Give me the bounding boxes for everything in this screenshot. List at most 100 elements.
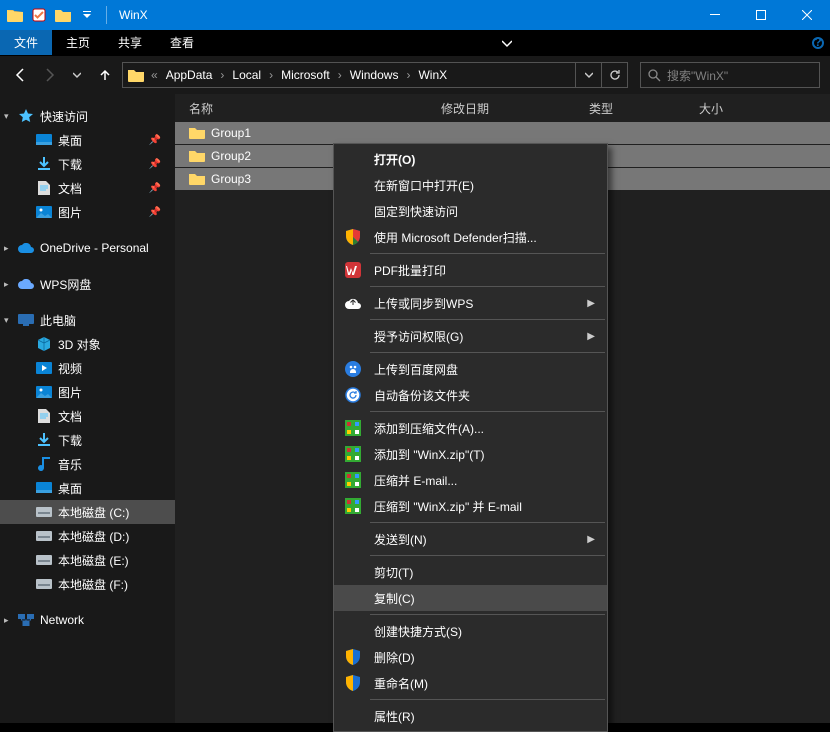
sidebar-onedrive[interactable]: ▸OneDrive - Personal (0, 236, 175, 260)
minimize-button[interactable] (692, 0, 738, 30)
sidebar-item-pictures-pc[interactable]: 图片 (0, 380, 175, 404)
menu-add-archive[interactable]: 添加到压缩文件(A)... (334, 415, 607, 441)
menu-copy[interactable]: 复制(C) (334, 585, 607, 611)
sidebar-item-disk-f[interactable]: 本地磁盘 (F:) (0, 572, 175, 596)
crumb-appdata[interactable]: AppData (160, 63, 219, 87)
sidebar-item-pictures[interactable]: 图片 📌 (0, 200, 175, 224)
crumb-local[interactable]: Local (226, 63, 267, 87)
sidebar-item-documents-pc[interactable]: 文档 (0, 404, 175, 428)
folder-icon (189, 125, 205, 141)
sidebar-wps[interactable]: ▸WPS网盘 (0, 272, 175, 296)
address-dropdown-icon[interactable] (575, 63, 601, 87)
sidebar-quick-access[interactable]: ▾ 快速访问 (0, 104, 175, 128)
menu-pin-quick-access[interactable]: 固定到快速访问 (334, 198, 607, 224)
tab-share[interactable]: 共享 (104, 30, 156, 55)
sidebar-item-downloads[interactable]: 下载📌 (0, 152, 175, 176)
caret-icon[interactable]: ▸ (4, 615, 9, 626)
menu-delete[interactable]: 删除(D) (334, 644, 607, 670)
pin-icon: 📌 (149, 207, 161, 218)
qat-checkbox-icon[interactable] (28, 4, 50, 26)
menu-pdf-print[interactable]: PDF批量打印 (334, 257, 607, 283)
col-name[interactable]: 名称 (189, 94, 441, 122)
sidebar-item-downloads-pc[interactable]: 下载 (0, 428, 175, 452)
window-controls (692, 0, 830, 30)
sidebar-item-disk-e[interactable]: 本地磁盘 (E:) (0, 548, 175, 572)
caret-icon[interactable]: ▾ (4, 111, 9, 122)
col-type[interactable]: 类型 (589, 94, 699, 122)
col-size[interactable]: 大小 (699, 94, 779, 122)
menu-item-label: 添加到 "WinX.zip"(T) (374, 446, 485, 463)
qat-folder-icon[interactable] (52, 4, 74, 26)
nav-up-button[interactable] (94, 64, 116, 86)
tab-home[interactable]: 主页 (52, 30, 104, 55)
menu-create-shortcut[interactable]: 创建快捷方式(S) (334, 618, 607, 644)
ribbon-help-icon[interactable]: ? (806, 30, 830, 55)
menu-wps-upload[interactable]: 上传或同步到WPS▶ (334, 290, 607, 316)
nav-forward-button[interactable] (38, 64, 60, 86)
caret-icon[interactable]: ▸ (4, 243, 9, 254)
sidebar-item-videos[interactable]: 视频 (0, 356, 175, 380)
menu-zip-email[interactable]: 压缩并 E-mail... (334, 467, 607, 493)
caret-icon[interactable]: ▾ (4, 315, 9, 326)
menu-properties[interactable]: 属性(R) (334, 703, 607, 729)
sidebar-item-disk-c[interactable]: 本地磁盘 (C:) (0, 500, 175, 524)
menu-separator (370, 286, 605, 287)
menu-item-label: 剪切(T) (374, 564, 413, 581)
sidebar-item-label: 文档 (58, 180, 82, 197)
ribbon-tabs: 文件 主页 共享 查看 ? (0, 30, 830, 56)
menu-separator (370, 522, 605, 523)
nav-back-button[interactable] (10, 64, 32, 86)
crumb-prefix[interactable]: « (149, 68, 160, 82)
ribbon-collapse-icon[interactable] (490, 30, 524, 55)
menu-item-label: 上传到百度网盘 (374, 361, 458, 378)
sidebar-item-documents[interactable]: 文档📌 (0, 176, 175, 200)
col-date[interactable]: 修改日期 (441, 94, 589, 122)
sidebar-item-disk-d[interactable]: 本地磁盘 (D:) (0, 524, 175, 548)
submenu-arrow-icon: ▶ (587, 534, 595, 545)
menu-grant-access[interactable]: 授予访问权限(G)▶ (334, 323, 607, 349)
menu-rename[interactable]: 重命名(M) (334, 670, 607, 696)
search-input[interactable]: 搜索"WinX" (640, 62, 820, 88)
menu-item-label: 删除(D) (374, 649, 415, 666)
qat-dropdown-icon[interactable] (76, 4, 98, 26)
sidebar-item-3dobjects[interactable]: 3D 对象 (0, 332, 175, 356)
menu-send-to[interactable]: 发送到(N)▶ (334, 526, 607, 552)
chevron-right-icon[interactable]: › (404, 68, 412, 82)
sidebar-item-desktop[interactable]: 桌面📌 (0, 128, 175, 152)
tab-view[interactable]: 查看 (156, 30, 208, 55)
menu-open-new-window[interactable]: 在新窗口中打开(E) (334, 172, 607, 198)
list-item[interactable]: Group1 (175, 122, 830, 144)
sidebar-item-label: 图片 (58, 204, 82, 221)
chevron-right-icon[interactable]: › (267, 68, 275, 82)
menu-add-zip[interactable]: 添加到 "WinX.zip"(T) (334, 441, 607, 467)
star-icon (18, 108, 34, 124)
crumb-windows[interactable]: Windows (344, 63, 405, 87)
maximize-button[interactable] (738, 0, 784, 30)
sidebar-item-music[interactable]: 音乐 (0, 452, 175, 476)
address-bar[interactable]: « AppData› Local› Microsoft› Windows› Wi… (122, 62, 628, 88)
crumb-microsoft[interactable]: Microsoft (275, 63, 336, 87)
sidebar-thispc[interactable]: ▾此电脑 (0, 308, 175, 332)
menu-item-label: PDF批量打印 (374, 262, 446, 279)
chevron-right-icon[interactable]: › (336, 68, 344, 82)
menu-auto-backup[interactable]: 自动备份该文件夹 (334, 382, 607, 408)
menu-open[interactable]: 打开(O) (334, 146, 607, 172)
sidebar-item-label: 3D 对象 (58, 336, 101, 353)
nav-recent-dropdown[interactable] (66, 64, 88, 86)
refresh-button[interactable] (601, 63, 627, 87)
chevron-right-icon[interactable]: › (218, 68, 226, 82)
pc-icon (18, 312, 34, 328)
close-button[interactable] (784, 0, 830, 30)
pictures-icon (36, 384, 52, 400)
menu-zip-to-email[interactable]: 压缩到 "WinX.zip" 并 E-mail (334, 493, 607, 519)
menu-item-label: 创建快捷方式(S) (374, 623, 462, 640)
sidebar-item-desktop-pc[interactable]: 桌面 (0, 476, 175, 500)
caret-icon[interactable]: ▸ (4, 279, 9, 290)
menu-baidu-upload[interactable]: 上传到百度网盘 (334, 356, 607, 382)
crumb-winx[interactable]: WinX (412, 63, 453, 87)
sidebar-network[interactable]: ▸Network (0, 608, 175, 632)
menu-cut[interactable]: 剪切(T) (334, 559, 607, 585)
tab-file[interactable]: 文件 (0, 30, 52, 55)
download-icon (36, 156, 52, 172)
menu-defender-scan[interactable]: 使用 Microsoft Defender扫描... (334, 224, 607, 250)
